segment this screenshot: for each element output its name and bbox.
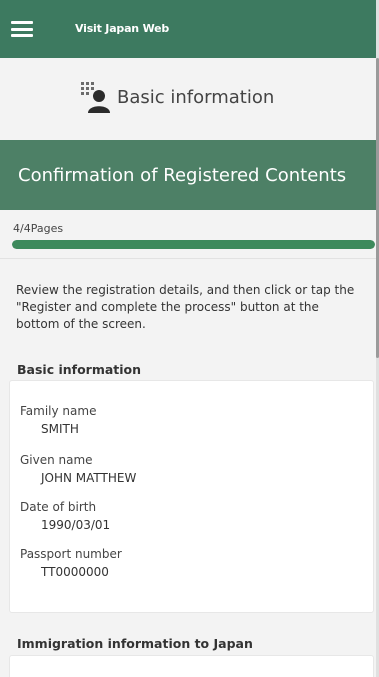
- basic-info-heading: Basic information: [17, 362, 142, 377]
- given-name-field: Given name JOHN MATTHEW: [20, 453, 136, 486]
- family-name-field: Family name SMITH: [20, 404, 96, 437]
- date-of-birth-field: Date of birth 1990/03/01: [20, 500, 110, 533]
- date-of-birth-value: 1990/03/01: [41, 518, 111, 532]
- immigration-info-heading: Immigration information to Japan: [17, 636, 253, 651]
- passport-number-label: Passport number: [20, 547, 122, 561]
- immigration-info-card: [9, 655, 374, 677]
- divider: [0, 258, 376, 259]
- hamburger-menu-icon[interactable]: [11, 21, 33, 37]
- page-counter: 4/4Pages: [13, 222, 64, 235]
- section-title: Basic information: [117, 87, 275, 108]
- app-title: Visit Japan Web: [75, 22, 170, 35]
- family-name-value: SMITH: [41, 422, 79, 436]
- family-name-label: Family name: [20, 404, 97, 418]
- given-name-value: JOHN MATTHEW: [41, 471, 137, 485]
- banner-title: Confirmation of Registered Contents: [18, 164, 347, 186]
- basic-info-card: Family name SMITH Given name JOHN MATTHE…: [9, 380, 374, 613]
- instructions-text: Review the registration details, and the…: [16, 283, 355, 331]
- date-of-birth-label: Date of birth: [20, 500, 97, 514]
- passport-number-field: Passport number TT0000000: [20, 547, 122, 580]
- top-app-bar: Visit Japan Web: [0, 0, 376, 58]
- given-name-label: Given name: [20, 453, 93, 467]
- progress-fill: [12, 240, 375, 249]
- confirmation-banner: Confirmation of Registered Contents: [0, 140, 376, 210]
- passport-number-value: TT0000000: [41, 565, 109, 579]
- person-keypad-icon: [81, 82, 110, 113]
- progress-bar: [12, 240, 375, 249]
- section-header: Basic information: [0, 58, 376, 140]
